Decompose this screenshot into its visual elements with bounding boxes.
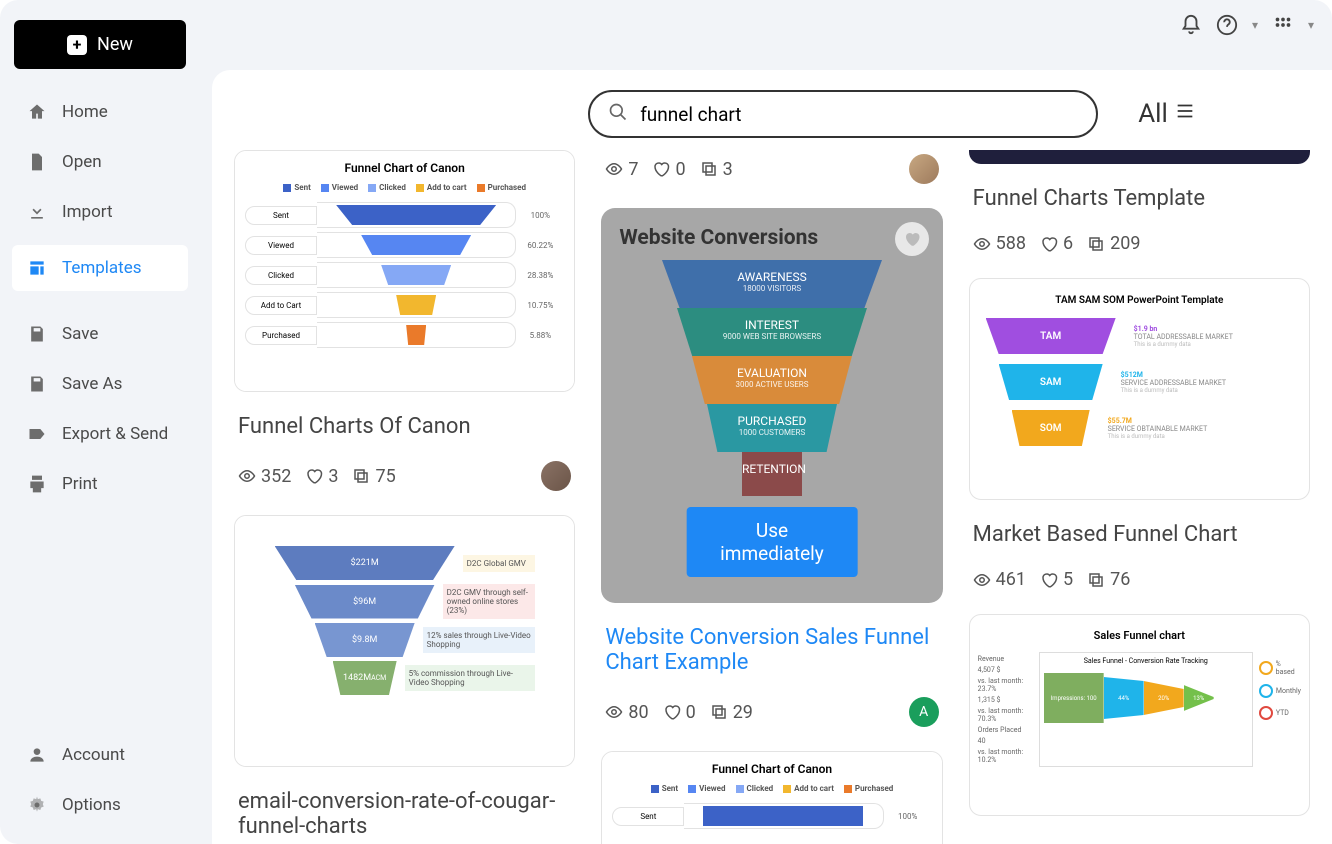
help-icon[interactable]: [1216, 14, 1238, 36]
nav-options[interactable]: Options: [12, 782, 188, 828]
account-icon: [26, 744, 48, 766]
thumb-title: Funnel Chart of Canon: [612, 762, 931, 776]
export-icon: [26, 423, 48, 445]
main-panel: All Funnel Chart of Canon Sent Viewed Cl…: [212, 70, 1332, 844]
templates-icon: [26, 257, 48, 279]
card-title: Market Based Funnel Chart: [973, 522, 1306, 547]
home-icon: [26, 101, 48, 123]
thumb-title: Sales Funnel chart: [978, 629, 1301, 642]
card-title: Funnel Charts Template: [973, 186, 1306, 211]
chevron-down-icon[interactable]: ▾: [1308, 18, 1314, 32]
use-immediately-button[interactable]: Use immediately: [687, 507, 858, 577]
author-avatar[interactable]: [541, 461, 571, 491]
bell-icon[interactable]: [1180, 14, 1202, 36]
new-button[interactable]: + New: [14, 20, 186, 69]
thumb-title: TAM SAM SOM PowerPoint Template: [986, 295, 1293, 306]
nav-import[interactable]: Import: [12, 189, 188, 235]
card-meta: 352 3 75: [238, 461, 571, 491]
author-avatar[interactable]: [909, 154, 939, 184]
template-card-partial[interactable]: [969, 150, 1310, 164]
import-icon: [26, 201, 48, 223]
template-card-tamsom[interactable]: TAM SAM SOM PowerPoint Template TAM$1.9 …: [969, 278, 1310, 500]
search-input[interactable]: [640, 103, 1078, 126]
thumb-legend: Sent Viewed Clicked Add to cart Purchase…: [245, 183, 564, 192]
author-avatar[interactable]: A: [909, 697, 939, 727]
nav-export[interactable]: Export & Send: [12, 411, 188, 457]
template-card-website-conversions-hovered[interactable]: Website Conversions AWARENESS18000 VISIT…: [601, 208, 942, 603]
saveas-icon: [26, 373, 48, 395]
card-title: Website Conversion Sales Funnel Chart Ex…: [605, 625, 938, 675]
template-card-email-conversion[interactable]: $221MD2C Global GMV$96MD2C GMV through s…: [234, 515, 575, 767]
template-card-canon-2[interactable]: Funnel Chart of Canon SentViewedClickedA…: [601, 751, 942, 844]
card-meta: 461 5 76: [973, 569, 1306, 590]
template-card-sales-funnel[interactable]: Sales Funnel chart Revenue4,507 $vs. las…: [969, 614, 1310, 816]
apps-icon[interactable]: [1272, 14, 1294, 36]
plus-icon: +: [67, 35, 87, 55]
thumb-title: Website Conversions: [619, 226, 924, 250]
filter-all[interactable]: All: [1138, 99, 1196, 129]
card-meta-top: 7 0 3: [605, 154, 938, 184]
menu-icon: [1174, 99, 1196, 129]
file-icon: [26, 151, 48, 173]
topbar: ▾ ▾: [1180, 14, 1314, 36]
template-card-canon[interactable]: Funnel Chart of Canon Sent Viewed Clicke…: [234, 150, 575, 392]
nav-templates[interactable]: Templates: [12, 245, 188, 291]
sidebar: + New Home Open Import Templates Save Sa…: [0, 0, 200, 844]
search-icon: [608, 102, 628, 126]
new-button-label: New: [97, 34, 133, 55]
card-title: email-conversion-rate-of-cougar-funnel-c…: [238, 789, 571, 839]
gear-icon: [26, 794, 48, 816]
nav-account[interactable]: Account: [12, 732, 188, 778]
search-box[interactable]: [588, 90, 1098, 138]
card-meta: 588 6 209: [973, 233, 1306, 254]
thumb-title: Funnel Chart of Canon: [245, 161, 564, 175]
nav-home[interactable]: Home: [12, 89, 188, 135]
nav-print[interactable]: Print: [12, 461, 188, 507]
chevron-down-icon[interactable]: ▾: [1252, 18, 1258, 32]
print-icon: [26, 473, 48, 495]
nav-open[interactable]: Open: [12, 139, 188, 185]
card-meta: 80 0 29 A: [605, 697, 938, 727]
favorite-button[interactable]: [895, 222, 929, 256]
nav-save[interactable]: Save: [12, 311, 188, 357]
card-title: Funnel Charts Of Canon: [238, 414, 571, 439]
save-icon: [26, 323, 48, 345]
nav-saveas[interactable]: Save As: [12, 361, 188, 407]
